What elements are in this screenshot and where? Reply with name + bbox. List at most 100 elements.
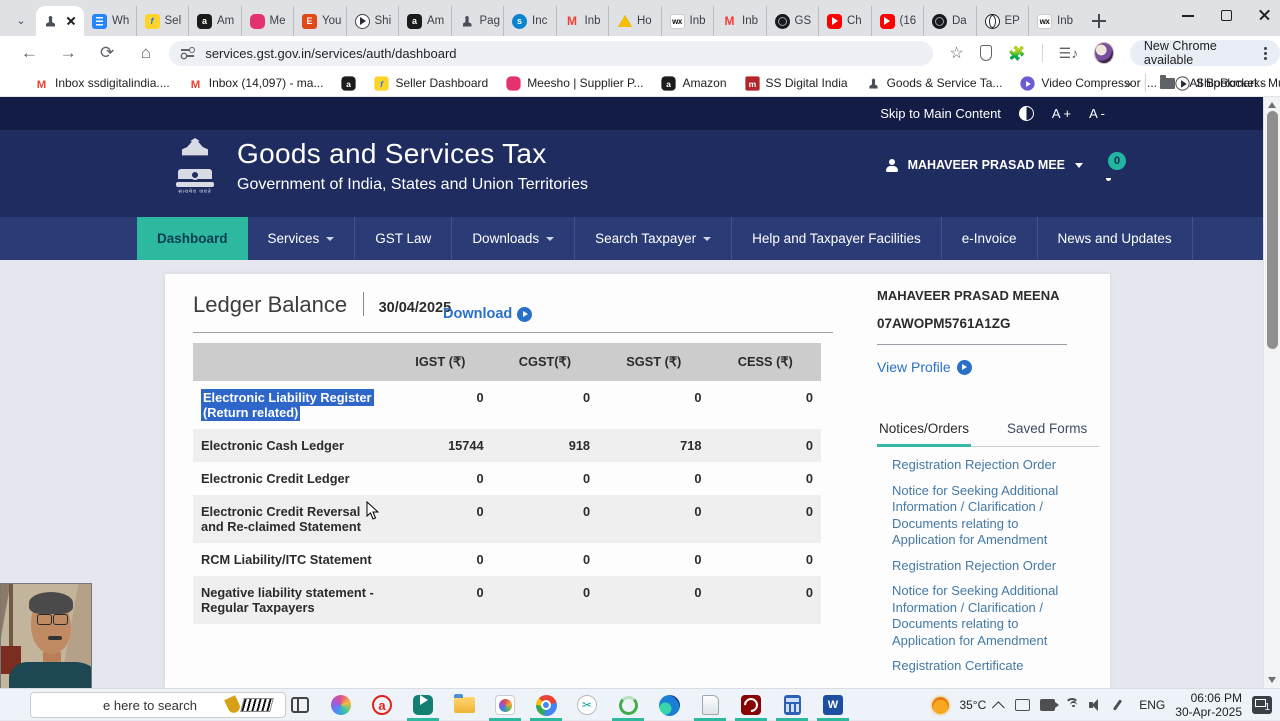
url-text[interactable]: services.gst.gov.in/services/auth/dashbo…: [205, 46, 456, 61]
menu-kebab-icon[interactable]: [1264, 51, 1267, 55]
design-app-taskbar-icon[interactable]: ✂: [575, 693, 599, 717]
camera-icon[interactable]: [1040, 699, 1060, 711]
notice-link[interactable]: Notice for Seeking Additional Informatio…: [892, 583, 1070, 649]
nav-item-e-invoice[interactable]: e-Invoice: [942, 217, 1038, 260]
browser-tab[interactable]: s Inc: [504, 6, 557, 36]
font-decrease-button[interactable]: A -: [1089, 106, 1105, 121]
browser-tab[interactable]: GS: [767, 6, 819, 36]
bookmark-item[interactable]: M Inbox (14,097) - ma...: [188, 76, 323, 91]
user-name[interactable]: MAHAVEER PRASAD MEE: [908, 158, 1065, 172]
table-row[interactable]: Electronic Liability Register (Return re…: [193, 381, 821, 429]
nav-item-help-and-taxpayer-facilities[interactable]: Help and Taxpayer Facilities: [732, 217, 942, 260]
notification-center-icon[interactable]: 1: [1252, 696, 1272, 714]
contrast-toggle-icon[interactable]: [1018, 106, 1034, 121]
tab-close-icon[interactable]: [65, 15, 77, 27]
extensions-icon[interactable]: 🧩: [1008, 45, 1025, 62]
nav-item-dashboard[interactable]: Dashboard: [137, 217, 248, 260]
search-doodle-image[interactable]: [224, 695, 279, 715]
browser-tab[interactable]: Shi: [347, 6, 399, 36]
address-bar[interactable]: services.gst.gov.in/services/auth/dashbo…: [169, 40, 934, 66]
close-button[interactable]: [1258, 9, 1270, 21]
browser-tab[interactable]: M Inb: [714, 6, 767, 36]
notice-link[interactable]: Registration Certificate: [892, 658, 1070, 675]
browser-tab[interactable]: M Inb: [557, 6, 609, 36]
table-row[interactable]: Negative liability statement - Regular T…: [193, 576, 821, 624]
scroll-up-arrow[interactable]: [1268, 102, 1276, 108]
notice-link[interactable]: Registration Rejection Order: [892, 558, 1070, 575]
volume-icon[interactable]: [1089, 699, 1104, 711]
active-tab[interactable]: [36, 6, 84, 36]
browser-tab[interactable]: wx Inb: [662, 6, 714, 36]
file-explorer-taskbar-icon[interactable]: [452, 693, 476, 717]
notice-link[interactable]: Notice for Seeking Additional Informatio…: [892, 483, 1070, 549]
hidden-icons-chevron[interactable]: [992, 700, 1006, 714]
home-icon[interactable]: ⌂: [136, 43, 155, 63]
clipchamp-taskbar-icon[interactable]: [407, 693, 439, 721]
photos-taskbar-icon[interactable]: [489, 693, 521, 721]
browser-tab[interactable]: Pag: [452, 6, 504, 36]
nav-item-downloads[interactable]: Downloads: [452, 217, 576, 260]
user-menu[interactable]: MAHAVEER PRASAD MEE 0: [885, 152, 1126, 181]
bookmark-star-icon[interactable]: ☆: [949, 43, 963, 63]
bookmark-item[interactable]: a: [341, 75, 357, 91]
notice-link[interactable]: Registration Rejection Order: [892, 457, 1070, 474]
taskbar-search-box[interactable]: e here to search: [30, 692, 286, 718]
reading-list-icon[interactable]: ☰♪: [1059, 45, 1079, 62]
notepad-taskbar-icon[interactable]: [694, 693, 726, 721]
browser-tab[interactable]: f Sel: [137, 6, 189, 36]
reload-icon[interactable]: ⟳: [98, 43, 117, 63]
bookmarks-overflow-icon[interactable]: »: [1124, 76, 1131, 91]
acrobat-taskbar-icon[interactable]: [735, 693, 767, 721]
word-taskbar-icon[interactable]: W: [817, 693, 849, 721]
all-bookmarks-label[interactable]: All Bookmarks: [1189, 76, 1266, 90]
nav-item-gst-law[interactable]: GST Law: [355, 217, 453, 260]
browser-tab[interactable]: wx Inb: [1029, 6, 1082, 36]
table-row[interactable]: RCM Liability/ITC Statement 0 0 0 0: [193, 543, 821, 576]
temperature-text[interactable]: 35°C: [959, 698, 986, 712]
opera-a-taskbar-icon[interactable]: a: [370, 693, 394, 717]
table-row[interactable]: Electronic Cash Ledger 15744 918 718 0: [193, 429, 821, 462]
tab-search-chevron-icon[interactable]: ⌄: [14, 14, 28, 28]
browser-tab[interactable]: EP: [977, 6, 1029, 36]
wifi-icon[interactable]: [1065, 698, 1080, 712]
nav-item-search-taxpayer[interactable]: Search Taxpayer: [575, 217, 733, 260]
copilot-taskbar-icon[interactable]: [329, 693, 353, 717]
view-profile-link[interactable]: View Profile: [877, 359, 1087, 375]
font-increase-button[interactable]: A +: [1052, 106, 1071, 121]
browser-tab[interactable]: a Am: [189, 6, 242, 36]
forward-icon[interactable]: →: [59, 43, 78, 63]
privacy-shield-icon[interactable]: [979, 45, 993, 61]
weather-sun-icon[interactable]: [932, 696, 950, 714]
browser-tab[interactable]: (16: [872, 6, 924, 36]
page-scrollbar[interactable]: [1263, 97, 1280, 688]
bookmark-item[interactable]: f Seller Dashboard: [374, 75, 488, 91]
browser-tab[interactable]: a Am: [399, 6, 452, 36]
device-icon[interactable]: [1015, 699, 1031, 711]
browser-tab[interactable]: Da: [924, 6, 977, 36]
maximize-button[interactable]: [1220, 9, 1232, 21]
table-row[interactable]: Electronic Credit Reversal and Re-claime…: [193, 495, 821, 543]
nav-item-services[interactable]: Services: [248, 217, 356, 260]
calculator-taskbar-icon[interactable]: [776, 693, 808, 721]
task-view-taskbar-icon[interactable]: [288, 693, 312, 717]
site-settings-icon[interactable]: [181, 47, 196, 59]
browser-tab[interactable]: Wh: [84, 6, 137, 36]
profile-avatar[interactable]: [1094, 42, 1114, 64]
skip-to-main-link[interactable]: Skip to Main Content: [880, 106, 1001, 121]
browser-tab[interactable]: Ho: [609, 6, 662, 36]
browser-tab[interactable]: Ch: [819, 6, 872, 36]
pen-icon[interactable]: [1114, 699, 1129, 711]
table-row[interactable]: Electronic Credit Ledger 0 0 0 0: [193, 462, 821, 495]
bookmark-item[interactable]: Goods & Service Ta...: [866, 76, 1003, 91]
scrollbar-thumb[interactable]: [1267, 111, 1278, 349]
bookmark-item[interactable]: M Inbox ssdigitalindia....: [34, 76, 170, 91]
all-bookmarks-folder-icon[interactable]: [1160, 74, 1176, 89]
chrome-update-pill[interactable]: New Chrome available: [1129, 39, 1280, 67]
minimize-button[interactable]: [1182, 9, 1194, 21]
scroll-down-arrow[interactable]: [1268, 677, 1276, 683]
bookmark-item[interactable]: a Amazon: [661, 75, 727, 91]
bookmark-item[interactable]: Meesho | Supplier P...: [506, 75, 643, 91]
edge-taskbar-icon[interactable]: [657, 693, 681, 717]
download-link[interactable]: Download: [443, 306, 533, 322]
browser-tab[interactable]: Me: [242, 6, 294, 36]
